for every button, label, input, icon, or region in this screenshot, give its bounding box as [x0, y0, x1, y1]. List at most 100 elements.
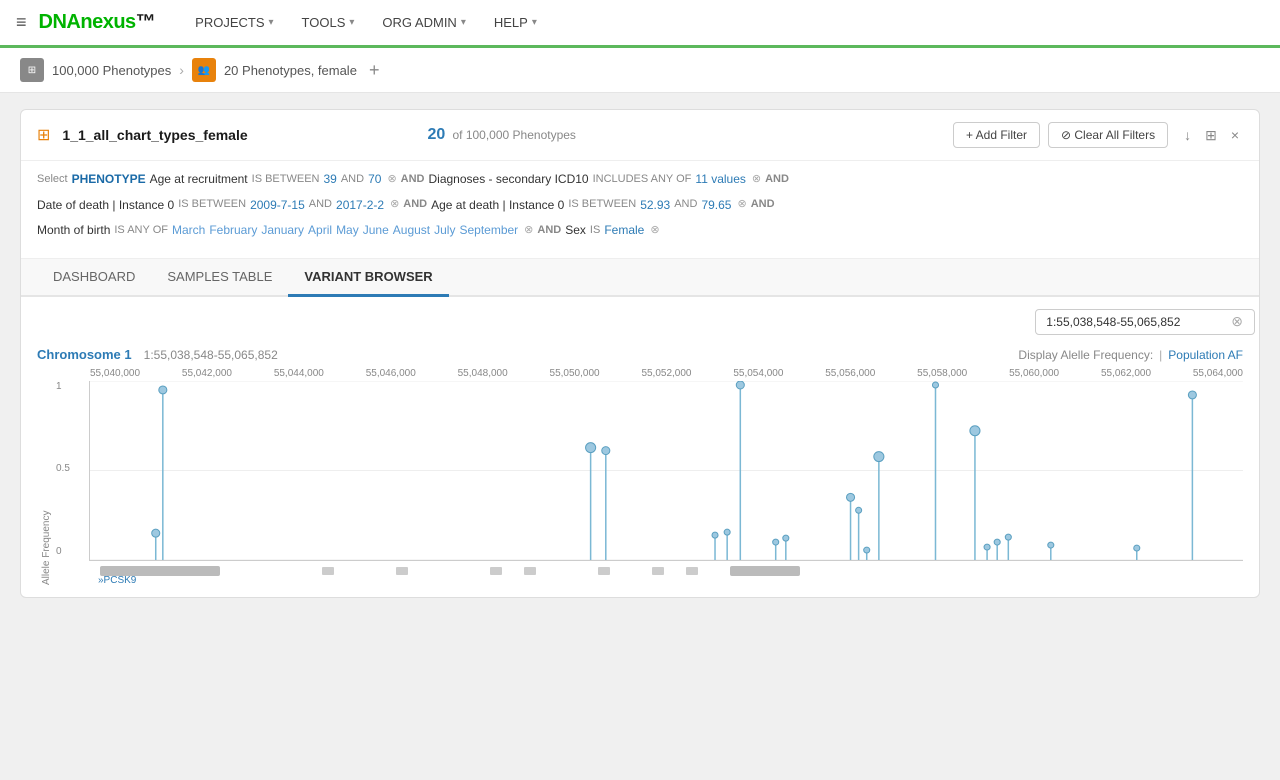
card-header-icon: ⊞ [37, 125, 50, 145]
card-title: 1_1_all_chart_types_female [62, 127, 415, 143]
nav-projects[interactable]: PROJECTS ▾ [183, 9, 285, 36]
filter-close-age[interactable]: ⊗ [387, 170, 396, 190]
filter-val-month-aug: August [393, 220, 430, 242]
chrom-header: Chromosome 1 1:55,038,548-55,065,852 Dis… [37, 347, 1243, 362]
breadcrumb-icon-grid: ⊞ [20, 58, 44, 82]
filter-field-death-date: Date of death | Instance 0 [37, 195, 174, 217]
filter-connector-1b: AND [765, 170, 789, 190]
tabs: DASHBOARD SAMPLES TABLE VARIANT BROWSER [21, 259, 1259, 297]
y-tick-1: 1 [56, 381, 89, 392]
filter-close-month[interactable]: ⊗ [524, 221, 533, 241]
chrom-title: Chromosome 1 [37, 347, 132, 362]
card-count-total: of 100,000 Phenotypes [452, 128, 575, 142]
filter-val-month-apr: April [308, 220, 332, 242]
filter-close-sex[interactable]: ⊗ [650, 221, 659, 241]
filter-val-age-death-min: 52.93 [640, 195, 670, 217]
breadcrumb-item-female[interactable]: 👥 20 Phenotypes, female [192, 58, 357, 82]
gene-track: »PCSK9 [90, 563, 1243, 585]
filter-connector-2: AND [403, 195, 427, 215]
filter-field-sex: Sex [565, 220, 586, 242]
filter-val-age-max: 70 [368, 169, 381, 191]
top-nav: ≡ DNAnexus™ PROJECTS ▾ TOOLS ▾ ORG ADMIN… [0, 0, 1280, 48]
tab-variant-browser[interactable]: VARIANT BROWSER [288, 259, 448, 297]
x-label-8: 55,056,000 [825, 368, 875, 379]
y-tick-0: 0 [56, 546, 89, 557]
filter-val-age-min: 39 [323, 169, 336, 191]
nav-org-admin[interactable]: ORG ADMIN ▾ [370, 9, 477, 36]
clear-filter-button[interactable]: ⊘ Clear All Filters [1048, 122, 1168, 148]
search-wrapper: ⊗ [1035, 309, 1243, 335]
filter-row-3: Month of birth IS ANY OF March February … [37, 220, 1243, 242]
breadcrumb-icon-group: 👥 [192, 58, 216, 82]
filter-val-month-may: May [336, 220, 359, 242]
x-label-2: 55,044,000 [274, 368, 324, 379]
filter-field-age-death: Age at death | Instance 0 [431, 195, 564, 217]
main-card: ⊞ 1_1_all_chart_types_female 20 of 100,0… [20, 109, 1260, 598]
filter-val-sex: Female [604, 220, 644, 242]
breadcrumb-add-button[interactable]: + [369, 60, 380, 81]
filter-val-month-march: March [172, 220, 205, 242]
filter-connector-2b: AND [751, 195, 775, 215]
x-label-0: 55,040,000 [90, 368, 140, 379]
filter-close-age-death[interactable]: ⊗ [737, 195, 746, 215]
filter-val-month-sep: September [459, 220, 518, 242]
tab-samples-table[interactable]: SAMPLES TABLE [151, 259, 288, 297]
filter-op-month: IS ANY OF [114, 221, 168, 241]
x-label-1: 55,042,000 [182, 368, 232, 379]
filter-rows: Select PHENOTYPE Age at recruitment IS B… [21, 161, 1259, 259]
x-label-10: 55,060,000 [1009, 368, 1059, 379]
download-button[interactable]: ↓ [1180, 125, 1195, 145]
freq-option-population[interactable]: Population AF [1168, 348, 1243, 362]
filter-val-death-date-min: 2009-7-15 [250, 195, 305, 217]
nav-menu: PROJECTS ▾ TOOLS ▾ ORG ADMIN ▾ HELP ▾ [183, 9, 549, 36]
filter-and-age: AND [341, 170, 364, 190]
plot-wrapper: Allele Frequency 55,040,000 55,042,000 5… [37, 368, 1243, 585]
filter-op-sex: IS [590, 221, 600, 241]
chrom-range: 1:55,038,548-55,065,852 [144, 348, 278, 362]
x-label-9: 55,058,000 [917, 368, 967, 379]
filter-row-1: Select PHENOTYPE Age at recruitment IS B… [37, 169, 1243, 191]
add-filter-button[interactable]: + Add Filter [953, 122, 1040, 148]
hamburger-menu[interactable]: ≡ [16, 12, 27, 33]
filter-phenotype-label: PHENOTYPE [72, 169, 146, 191]
close-button[interactable]: × [1227, 125, 1243, 145]
x-label-11: 55,062,000 [1101, 368, 1151, 379]
breadcrumb-chevron: › [179, 62, 184, 78]
browser-search-row: ⊗ [37, 309, 1243, 335]
filter-op-between: IS BETWEEN [252, 170, 320, 190]
breadcrumb-label-female: 20 Phenotypes, female [224, 63, 357, 78]
browser-search-input[interactable] [1035, 309, 1255, 335]
app-logo: DNAnexus™ [39, 11, 156, 34]
filter-connector-1: AND [401, 170, 425, 190]
x-label-12: 55,064,000 [1193, 368, 1243, 379]
browser-search-clear-button[interactable]: ⊗ [1231, 313, 1243, 330]
allele-freq-chart [89, 381, 1243, 561]
x-label-6: 55,052,000 [641, 368, 691, 379]
filter-field-month: Month of birth [37, 220, 110, 242]
filter-val-icd10: 11 values [695, 169, 745, 191]
filter-actions: + Add Filter ⊘ Clear All Filters [953, 122, 1168, 148]
filter-row-2: Date of death | Instance 0 IS BETWEEN 20… [37, 195, 1243, 217]
filter-op-death-date: IS BETWEEN [178, 195, 246, 215]
filter-close-icd10[interactable]: ⊗ [752, 170, 761, 190]
filter-connector-3: AND [537, 221, 561, 241]
filter-select-label: Select [37, 170, 68, 190]
card-header: ⊞ 1_1_all_chart_types_female 20 of 100,0… [21, 110, 1259, 161]
filter-val-age-death-max: 79.65 [701, 195, 731, 217]
freq-display-label: Display Alelle Frequency: | Population A… [1018, 348, 1243, 362]
card-action-buttons: ↓ ⊞ × [1180, 125, 1243, 146]
variant-browser-section: ⊗ Chromosome 1 1:55,038,548-55,065,852 D… [21, 297, 1259, 597]
y-axis-label: Allele Frequency [37, 368, 56, 585]
filter-close-death-date[interactable]: ⊗ [390, 195, 399, 215]
filter-val-month-feb: February [209, 220, 257, 242]
breadcrumb-item-phenotypes[interactable]: ⊞ 100,000 Phenotypes [20, 58, 171, 82]
nav-tools[interactable]: TOOLS ▾ [290, 9, 367, 36]
gene-label: »PCSK9 [98, 575, 136, 586]
filter-field-age: Age at recruitment [150, 169, 248, 191]
nav-help[interactable]: HELP ▾ [482, 9, 549, 36]
card-count-value: 20 [427, 126, 445, 143]
tab-dashboard[interactable]: DASHBOARD [37, 259, 151, 297]
grid-view-button[interactable]: ⊞ [1201, 125, 1221, 146]
filter-op-includes: INCLUDES ANY OF [593, 170, 692, 190]
filter-val-month-jun: June [363, 220, 389, 242]
